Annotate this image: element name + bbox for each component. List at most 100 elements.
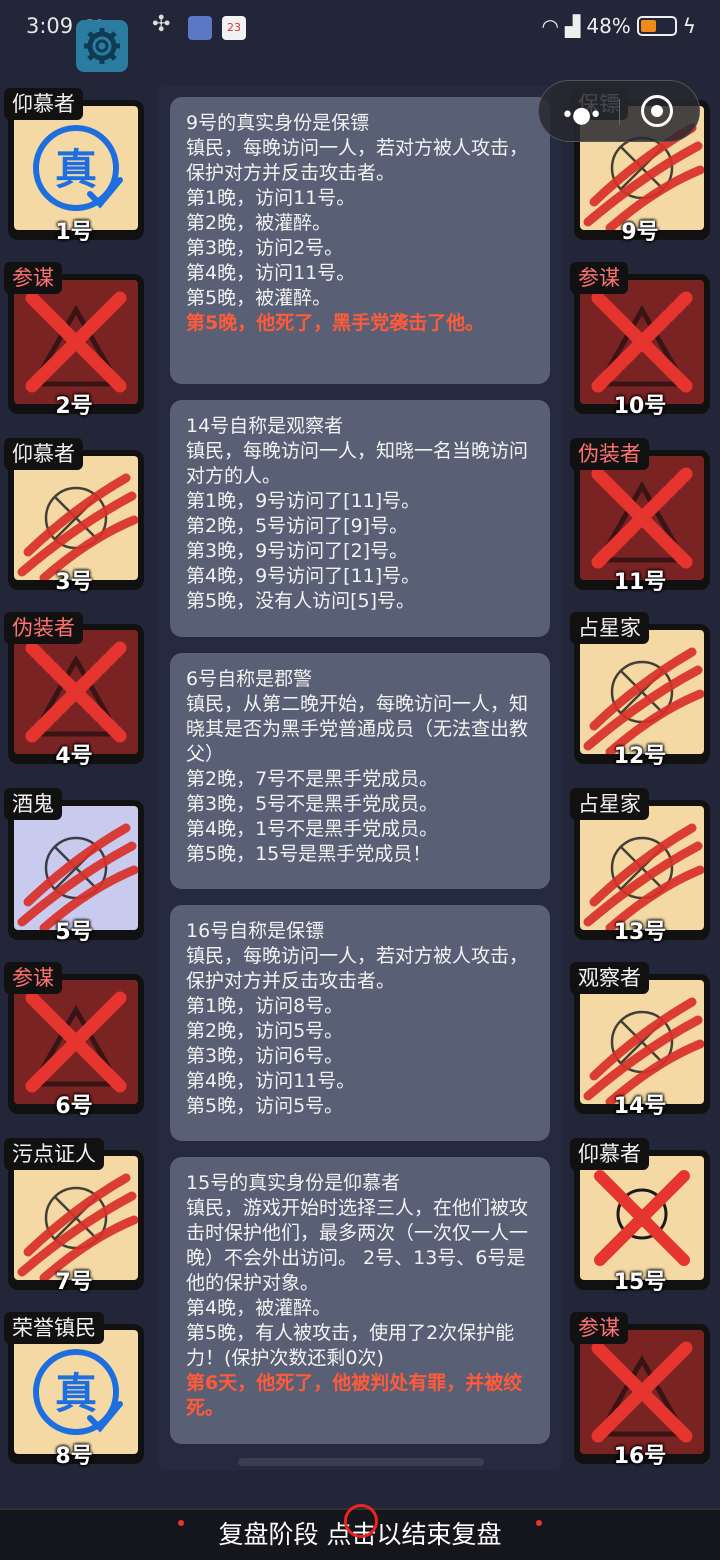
player-portrait bbox=[580, 980, 704, 1104]
charging-icon: ϟ bbox=[682, 14, 696, 38]
scrollbar[interactable] bbox=[238, 1458, 484, 1466]
message-line: 第3晚，访问6号。 bbox=[186, 1045, 344, 1067]
player-card-left[interactable]: 酒鬼 5号 bbox=[4, 788, 144, 945]
claw-mark-icon bbox=[583, 997, 704, 1104]
dead-cross-icon bbox=[591, 291, 693, 393]
claw-mark-icon bbox=[17, 1173, 138, 1280]
close-target-icon[interactable] bbox=[641, 95, 673, 127]
svg-text:真: 真 bbox=[55, 145, 97, 194]
player-card-right[interactable]: 占星家 13号 bbox=[570, 788, 710, 945]
message-line: 第5晚，15号是黑手党成员！ bbox=[186, 843, 432, 865]
player-role-label: 仰慕者 bbox=[4, 88, 83, 120]
player-role-label: 占星家 bbox=[570, 788, 649, 820]
player-number: 7号 bbox=[55, 1270, 93, 1295]
message-line: 第1晚，9号访问了[11]号。 bbox=[186, 490, 421, 512]
player-number: 12号 bbox=[613, 744, 667, 769]
player-role-label: 酒鬼 bbox=[4, 788, 62, 820]
crossed-out-icon bbox=[594, 1170, 690, 1266]
player-portrait bbox=[14, 456, 138, 580]
message-line: 第3晚，5号不是黑手党成员。 bbox=[186, 793, 439, 815]
player-number: 13号 bbox=[613, 920, 667, 945]
message-line: 镇民，每晚访问一人，若对方被人攻击，保护对方并反击攻击者。 bbox=[186, 945, 529, 992]
player-card-right[interactable]: 参谋 16号 bbox=[570, 1312, 710, 1469]
player-portrait bbox=[580, 456, 704, 580]
settings-gear-button[interactable] bbox=[76, 20, 128, 72]
verified-stamp-icon: 真 bbox=[33, 125, 123, 211]
claw-mark-icon bbox=[17, 473, 138, 580]
player-number: 9号 bbox=[621, 220, 659, 245]
claw-mark-icon bbox=[583, 823, 704, 930]
player-role-label: 伪装者 bbox=[4, 612, 83, 644]
player-portrait bbox=[14, 280, 138, 404]
message-line: 第1晚，访问11号。 bbox=[186, 187, 356, 209]
player-card-left[interactable]: 真 荣誉镇民 8号 bbox=[4, 1312, 144, 1469]
status-time: 3:09 bbox=[26, 14, 74, 38]
message-line: 第5晚，没有人访问[5]号。 bbox=[186, 590, 416, 612]
message-title: 9号的真实身份是保镖 bbox=[186, 112, 370, 134]
message-line: 第5晚，被灌醉。 bbox=[186, 287, 332, 309]
player-number: 11号 bbox=[613, 570, 667, 595]
message-highlight: 第5晚，他死了，黑手党袭击了他。 bbox=[186, 312, 485, 334]
player-portrait bbox=[580, 806, 704, 930]
end-review-button[interactable]: 复盘阶段 点击以结束复盘 bbox=[0, 1504, 720, 1560]
gear-icon bbox=[84, 28, 120, 64]
message-line: 第4晚，访问11号。 bbox=[186, 1070, 356, 1092]
player-portrait bbox=[580, 1156, 704, 1280]
player-role-label: 参谋 bbox=[570, 1312, 628, 1344]
player-card-left[interactable]: 真 仰慕者 1号 bbox=[4, 88, 144, 245]
player-role-label: 仰慕者 bbox=[570, 1138, 649, 1170]
player-number: 15号 bbox=[613, 1270, 667, 1295]
player-portrait bbox=[580, 630, 704, 754]
dead-cross-icon bbox=[591, 1341, 693, 1443]
claw-mark-icon bbox=[583, 647, 704, 754]
message-line: 镇民，每晚访问一人，若对方被人攻击，保护对方并反击攻击者。 bbox=[186, 137, 529, 184]
player-card-left[interactable]: 参谋 6号 bbox=[4, 962, 144, 1119]
player-card-right[interactable]: 占星家 12号 bbox=[570, 612, 710, 769]
player-card-left[interactable]: 污点证人 7号 bbox=[4, 1138, 144, 1295]
player-portrait bbox=[580, 1330, 704, 1454]
touch-indicator-icon bbox=[344, 1504, 378, 1538]
player-card-right[interactable]: 伪装者 11号 bbox=[570, 438, 710, 595]
player-card-right[interactable]: 观察者 14号 bbox=[570, 962, 710, 1119]
player-number: 4号 bbox=[55, 744, 93, 769]
player-role-label: 污点证人 bbox=[4, 1138, 104, 1170]
message-line: 第1晚，访问8号。 bbox=[186, 995, 344, 1017]
player-number: 6号 bbox=[55, 1094, 93, 1119]
message-line: 第2晚，访问5号。 bbox=[186, 1020, 344, 1042]
dead-cross-icon bbox=[25, 291, 127, 393]
message-line: 第4晚，被灌醉。 bbox=[186, 1297, 332, 1319]
wifi-icon: ◠ bbox=[541, 14, 559, 38]
log-message: 14号自称是观察者 镇民，每晚访问一人，知晓一名当晚访问对方的人。 第1晚，9号访问… bbox=[170, 400, 550, 637]
message-line: 第5晚，有人被攻击，使用了2次保护能力！(保护次数还剩0次) bbox=[186, 1322, 515, 1369]
player-card-right[interactable]: 参谋 10号 bbox=[570, 262, 710, 419]
claw-mark-icon bbox=[17, 823, 138, 930]
mini-program-capsule[interactable]: •●• bbox=[538, 80, 700, 142]
player-role-label: 参谋 bbox=[570, 262, 628, 294]
message-line: 第3晚，9号访问了[2]号。 bbox=[186, 540, 409, 562]
player-portrait bbox=[14, 630, 138, 754]
player-number: 8号 bbox=[55, 1444, 93, 1469]
player-role-label: 观察者 bbox=[570, 962, 649, 994]
fan-icon: ✣ bbox=[152, 12, 171, 37]
player-card-left[interactable]: 参谋 2号 bbox=[4, 262, 144, 419]
svg-text:真: 真 bbox=[55, 1369, 97, 1418]
player-card-left[interactable]: 伪装者 4号 bbox=[4, 612, 144, 769]
player-portrait bbox=[580, 280, 704, 404]
player-portrait: 真 bbox=[14, 106, 138, 230]
player-number: 2号 bbox=[55, 394, 93, 419]
player-number: 10号 bbox=[613, 394, 667, 419]
message-title: 6号自称是郡警 bbox=[186, 668, 313, 690]
message-line: 第4晚，1号不是黑手党成员。 bbox=[186, 818, 439, 840]
player-role-label: 参谋 bbox=[4, 262, 62, 294]
more-menu-icon[interactable]: •●• bbox=[561, 103, 602, 128]
player-number: 14号 bbox=[613, 1094, 667, 1119]
battery-text: 48% bbox=[586, 14, 631, 38]
player-role-label: 占星家 bbox=[570, 612, 649, 644]
message-line: 第2晚，7号不是黑手党成员。 bbox=[186, 768, 439, 790]
player-card-right[interactable]: 仰慕者 15号 bbox=[570, 1138, 710, 1295]
message-title: 14号自称是观察者 bbox=[186, 415, 344, 437]
status-right: ◠ ▟ 48% ϟ bbox=[542, 14, 697, 38]
message-line: 第3晚，访问2号。 bbox=[186, 237, 344, 259]
player-card-left[interactable]: 仰慕者 3号 bbox=[4, 438, 144, 595]
message-line: 第2晚，被灌醉。 bbox=[186, 212, 332, 234]
